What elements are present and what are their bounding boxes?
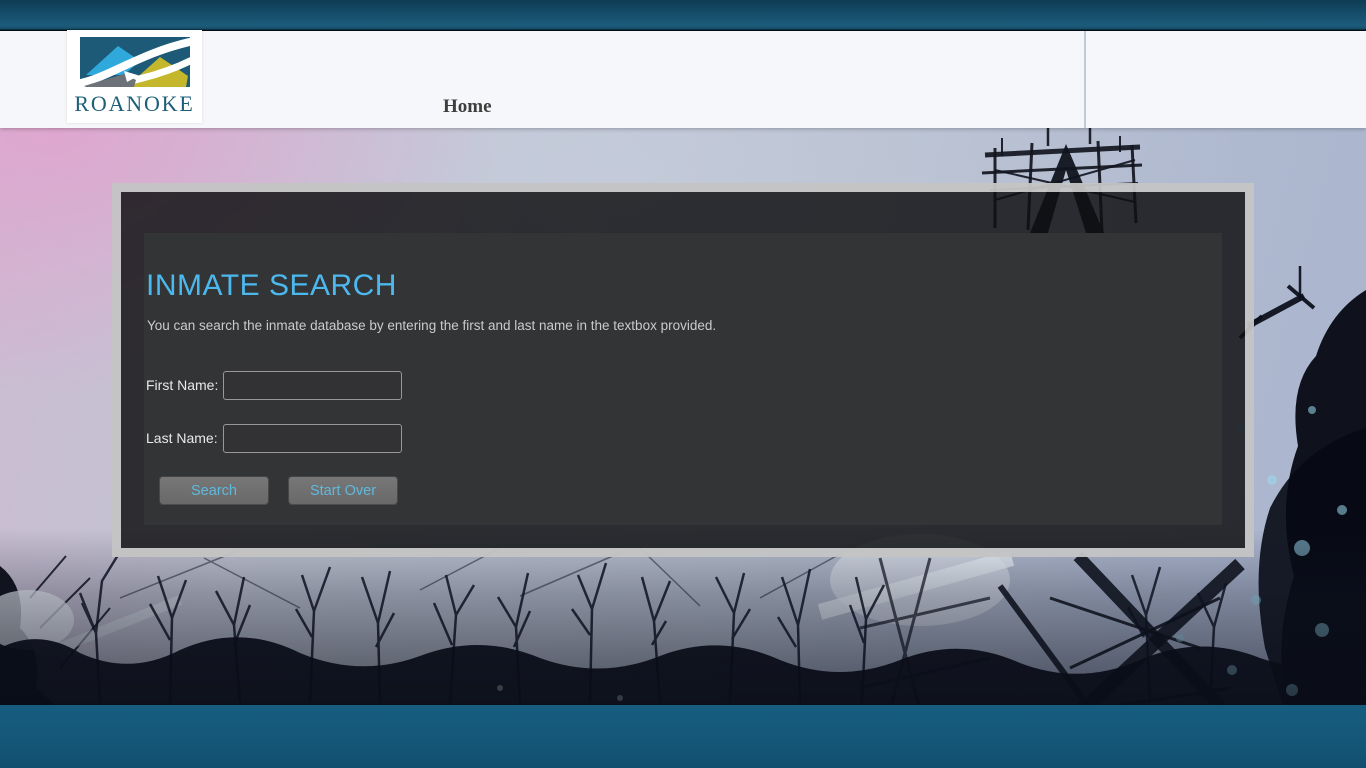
- last-name-input[interactable]: [223, 424, 402, 453]
- roanoke-wordmark: ROANOKE: [67, 92, 202, 116]
- first-name-row: First Name:: [146, 370, 402, 400]
- page-title: INMATE SEARCH: [146, 269, 397, 303]
- search-description: You can search the inmate database by en…: [147, 318, 716, 333]
- start-over-button[interactable]: Start Over: [288, 476, 398, 505]
- inmate-search-card: INMATE SEARCH You can search the inmate …: [112, 183, 1254, 557]
- bottom-teal-bar: [0, 705, 1366, 768]
- inmate-search-panel: INMATE SEARCH You can search the inmate …: [144, 233, 1222, 525]
- last-name-label: Last Name:: [146, 430, 223, 446]
- button-row: Search Start Over: [159, 476, 398, 505]
- search-button[interactable]: Search: [159, 476, 269, 505]
- last-name-row: Last Name:: [146, 423, 402, 453]
- roanoke-mountains-icon: [80, 37, 190, 87]
- site-header: ROANOKE Home: [0, 31, 1366, 128]
- first-name-label: First Name:: [146, 377, 223, 393]
- roanoke-logo[interactable]: ROANOKE: [67, 30, 202, 123]
- nav-home-link[interactable]: Home: [443, 96, 492, 118]
- first-name-input[interactable]: [223, 371, 402, 400]
- top-teal-bar: [0, 0, 1366, 30]
- antenna-mast-line: [1084, 31, 1086, 128]
